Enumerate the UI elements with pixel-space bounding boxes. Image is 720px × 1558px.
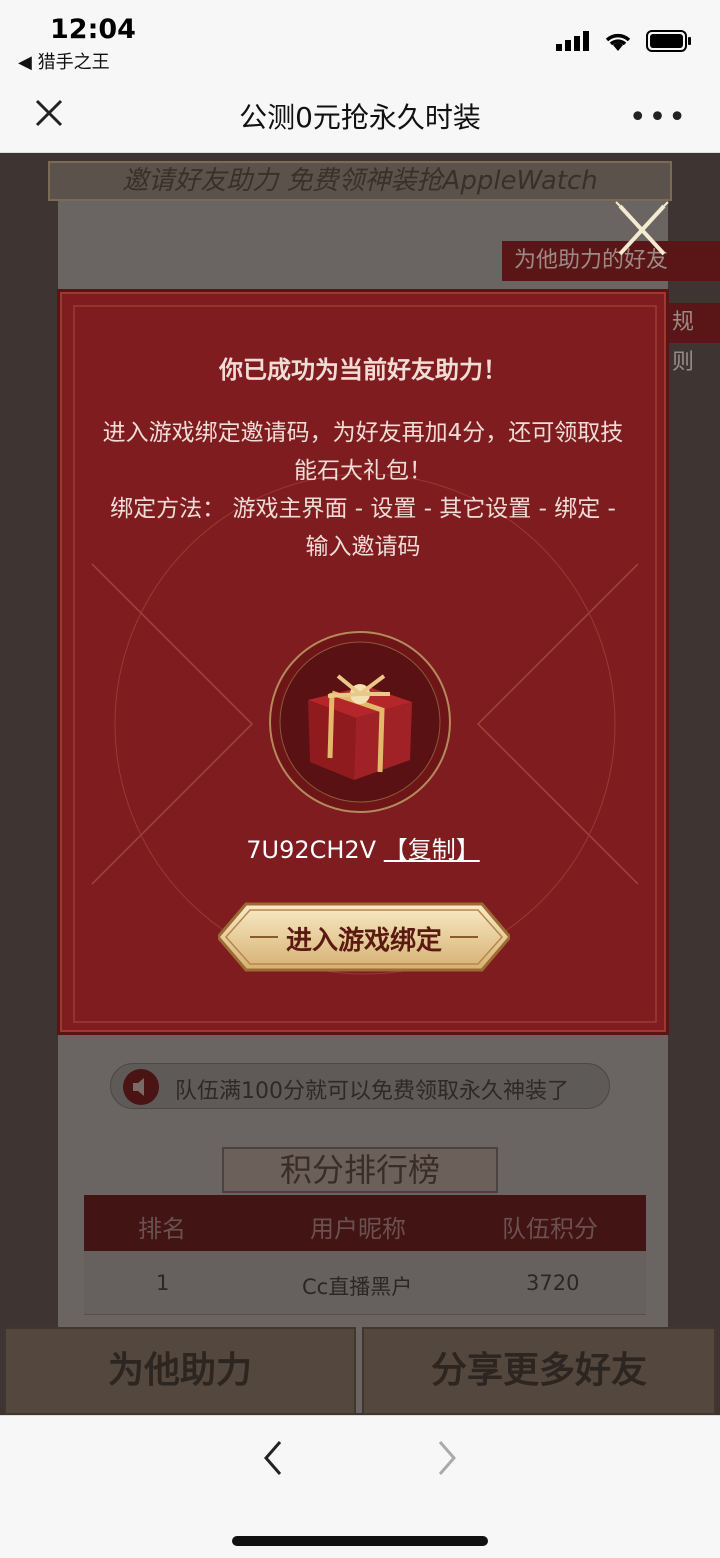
page-title: 公测0元抢永久时装 [239,101,481,134]
rules-tab[interactable]: 规则 [660,303,720,375]
bottom-buttons: 为他助力 分享更多好友 [0,1327,720,1415]
modal-heading: 你已成功为当前好友助力！ [219,356,507,384]
enter-game-bind-label: 进入游戏绑定 [285,926,442,956]
modal-body-line1: 进入游戏绑定邀请码，为好友再加4分，还可领取技能石大礼包！ [102,420,624,484]
browser-toolbar [0,1415,720,1558]
row-nickname: Cc直播黑户 [302,1275,413,1299]
back-to-app-link[interactable]: ◀ 猎手之王 [18,48,110,74]
share-button[interactable]: 分享更多好友 [362,1327,716,1415]
friends-tab[interactable]: 为他助力的好友 [502,241,720,281]
status-bar: 12:04 ◀ 猎手之王 [0,0,720,76]
wifi-icon [605,33,631,51]
enter-game-bind-button[interactable]: 进入游戏绑定 [216,900,512,974]
invite-code: 7U92CH2V [246,836,377,864]
back-arrow-icon[interactable] [258,1438,288,1478]
copy-code-link[interactable]: 【复制】 [384,836,480,864]
status-time: 12:04 [50,14,136,45]
forward-arrow-icon[interactable] [432,1438,462,1478]
speaker-icon [123,1069,159,1105]
signal-icon [556,31,589,51]
row-score: 3720 [526,1271,580,1295]
battery-icon [646,30,691,52]
more-icon[interactable]: ••• [629,100,688,135]
header-score: 队伍积分 [502,1215,598,1243]
screen: 12:04 ◀ 猎手之王 公测0元抢永久时装 ••• 邀请好友助力 免费领神装抢… [0,0,720,1558]
nav-bar: 公测0元抢永久时装 ••• [0,76,720,153]
invite-code-row: 7U92CH2V 【复制】 [62,830,664,865]
modal-body-line2: 绑定方法： 游戏主界面 - 设置 - 其它设置 - 绑定 - 输入邀请码 [110,496,616,560]
notice-text: 队伍满100分就可以免费领取永久神装了 [175,1079,569,1104]
ranking-header: 排名 用户昵称 队伍积分 [84,1195,646,1251]
modal-close-icon[interactable] [612,200,672,260]
ranking-row: 1 Cc直播黑户 3720 [84,1251,646,1315]
modal-body: 进入游戏绑定邀请码，为好友再加4分，还可领取技能石大礼包！ 绑定方法： 游戏主界… [98,414,628,566]
header-rank: 排名 [138,1215,186,1243]
row-rank: 1 [156,1271,170,1295]
home-indicator[interactable] [232,1536,488,1546]
notice-bar: 队伍满100分就可以免费领取永久神装了 [110,1063,610,1109]
help-button[interactable]: 为他助力 [4,1327,356,1415]
invite-banner: 邀请好友助力 免费领神装抢AppleWatch [48,161,672,201]
header-nickname: 用户昵称 [310,1215,406,1243]
ranking-title: 积分排行榜 [222,1147,498,1193]
status-icons [556,30,692,52]
gift-box-icon [269,631,451,813]
help-success-modal: 你已成功为当前好友助力！ 进入游戏绑定邀请码，为好友再加4分，还可领取技能石大礼… [60,292,666,1032]
